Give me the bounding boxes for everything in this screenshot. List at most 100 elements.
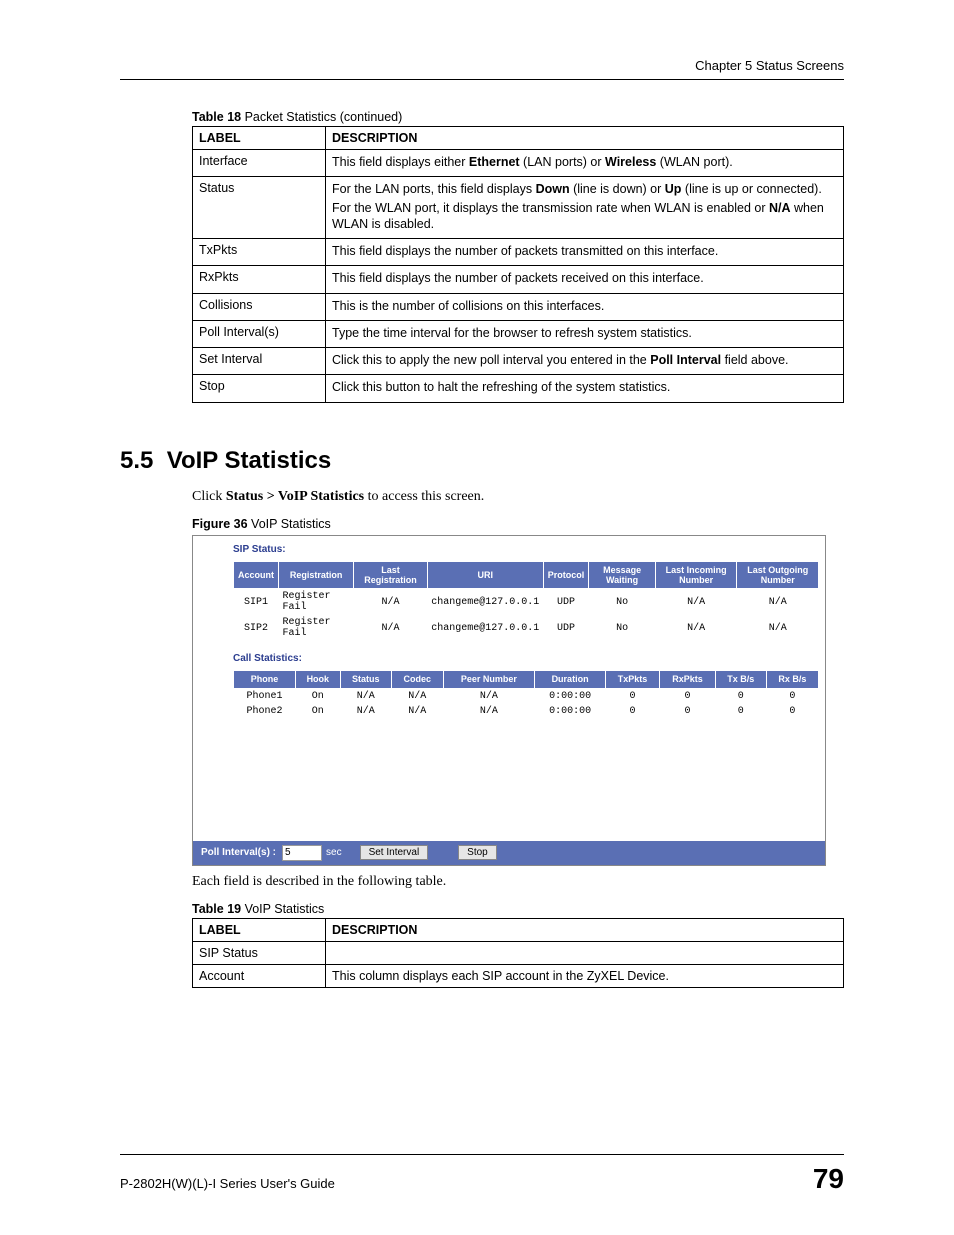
intro-pre: Click [192, 489, 226, 504]
call-cell: 0:00:00 [535, 704, 606, 719]
figure36-caption: Figure 36 VoIP Statistics [192, 517, 844, 531]
sip-th: Registration [279, 561, 354, 589]
table19-caption-bold: Table 19 [192, 902, 241, 916]
table19-label-cell: SIP Status [193, 941, 326, 964]
table18-caption: Table 18 Packet Statistics (continued) [192, 110, 844, 124]
call-cell: N/A [443, 704, 535, 719]
sip-cell: No [589, 589, 656, 616]
table18-desc-cell: Click this to apply the new poll interva… [326, 348, 844, 375]
sip-cell: Register Fail [279, 589, 354, 616]
table18-caption-rest: Packet Statistics (continued) [241, 110, 402, 124]
sip-cell: changeme@127.0.0.1 [427, 589, 543, 616]
table18-desc-cell: This field displays either Ethernet (LAN… [326, 150, 844, 177]
call-cell: 0 [605, 704, 659, 719]
table18-label-cell: Stop [193, 375, 326, 402]
poll-interval-input[interactable] [282, 845, 322, 861]
table-row: TxPktsThis field displays the number of … [193, 239, 844, 266]
call-statistics-title: Call Statistics: [233, 653, 819, 664]
sip-cell: UDP [543, 589, 589, 616]
figure36-caption-bold: Figure 36 [192, 517, 248, 531]
sip-cell: N/A [655, 615, 737, 641]
sip-status-title: SIP Status: [233, 544, 819, 555]
table19-th-desc: DESCRIPTION [326, 918, 844, 941]
sip-cell: UDP [543, 615, 589, 641]
call-table: PhoneHookStatusCodecPeer NumberDurationT… [233, 670, 819, 718]
call-cell: 0 [605, 688, 659, 704]
call-cell: On [296, 688, 340, 704]
call-cell: 0 [766, 688, 818, 704]
call-cell: Phone2 [234, 704, 296, 719]
table-row: Phone1OnN/AN/AN/A0:00:000000 [234, 688, 819, 704]
table-row: StatusFor the LAN ports, this field disp… [193, 177, 844, 239]
call-th: Phone [234, 671, 296, 688]
chapter-header: Chapter 5 Status Screens [120, 58, 844, 73]
sip-cell: changeme@127.0.0.1 [427, 615, 543, 641]
intro-paragraph: Click Status > VoIP Statistics to access… [192, 489, 844, 505]
table18-desc-cell: This field displays the number of packet… [326, 239, 844, 266]
table18: LABEL DESCRIPTION InterfaceThis field di… [192, 126, 844, 403]
call-th: Codec [392, 671, 444, 688]
call-cell: On [296, 704, 340, 719]
header-rule [120, 79, 844, 80]
call-th: Tx B/s [715, 671, 766, 688]
table-row: RxPktsThis field displays the number of … [193, 266, 844, 293]
call-th: Hook [296, 671, 340, 688]
sip-th: Last Incoming Number [655, 561, 737, 589]
call-cell: N/A [392, 704, 444, 719]
table-row: InterfaceThis field displays either Ethe… [193, 150, 844, 177]
call-th: TxPkts [605, 671, 659, 688]
table19-desc-cell [326, 941, 844, 964]
table19-th-label: LABEL [193, 918, 326, 941]
call-cell: N/A [443, 688, 535, 704]
poll-label: Poll Interval(s) : [201, 847, 276, 858]
figure36-caption-rest: VoIP Statistics [248, 517, 331, 531]
after-figure-text: Each field is described in the following… [192, 874, 844, 890]
sip-th: Last Registration [354, 561, 427, 589]
table-row: AccountThis column displays each SIP acc… [193, 964, 844, 987]
table18-desc-cell: Click this button to halt the refreshing… [326, 375, 844, 402]
sip-th: Account [234, 561, 279, 589]
poll-sec-label: sec [326, 847, 342, 858]
table18-desc-cell: This is the number of collisions on this… [326, 293, 844, 320]
table18-label-cell: RxPkts [193, 266, 326, 293]
sip-cell: Register Fail [279, 615, 354, 641]
voip-figure: SIP Status: AccountRegistrationLast Regi… [192, 535, 826, 866]
call-th: RxPkts [660, 671, 716, 688]
call-cell: 0 [715, 704, 766, 719]
section-number: 5.5 [120, 447, 153, 474]
sip-th: URI [427, 561, 543, 589]
table18-desc-cell: For the LAN ports, this field displays D… [326, 177, 844, 239]
table19: LABEL DESCRIPTION SIP StatusAccountThis … [192, 918, 844, 988]
call-cell: 0:00:00 [535, 688, 606, 704]
call-cell: N/A [340, 704, 392, 719]
table19-desc-cell: This column displays each SIP account in… [326, 964, 844, 987]
table18-label-cell: Collisions [193, 293, 326, 320]
stop-button[interactable]: Stop [458, 845, 497, 860]
call-th: Duration [535, 671, 606, 688]
table18-label-cell: TxPkts [193, 239, 326, 266]
table-row: Set IntervalClick this to apply the new … [193, 348, 844, 375]
sip-cell: N/A [737, 589, 819, 616]
footer-guide-name: P-2802H(W)(L)-I Series User's Guide [120, 1176, 335, 1191]
section-title: VoIP Statistics [167, 447, 332, 474]
table-row: SIP2Register FailN/Achangeme@127.0.0.1UD… [234, 615, 819, 641]
sip-th: Last Outgoing Number [737, 561, 819, 589]
call-cell: 0 [715, 688, 766, 704]
table18-th-desc: DESCRIPTION [326, 127, 844, 150]
sip-cell: SIP1 [234, 589, 279, 616]
sip-table: AccountRegistrationLast RegistrationURIP… [233, 561, 819, 642]
table18-label-cell: Poll Interval(s) [193, 320, 326, 347]
table-row: SIP Status [193, 941, 844, 964]
call-cell: N/A [340, 688, 392, 704]
table18-label-cell: Set Interval [193, 348, 326, 375]
table19-caption-rest: VoIP Statistics [241, 902, 324, 916]
poll-bar: Poll Interval(s) : sec Set Interval Stop [193, 841, 825, 865]
table18-desc-cell: This field displays the number of packet… [326, 266, 844, 293]
page-footer: P-2802H(W)(L)-I Series User's Guide 79 [120, 1154, 844, 1195]
call-th: Status [340, 671, 392, 688]
set-interval-button[interactable]: Set Interval [360, 845, 429, 860]
table-row: SIP1Register Fail N/A changeme@127.0.0.1UD… [234, 589, 819, 616]
table18-caption-bold: Table 18 [192, 110, 241, 124]
footer-rule [120, 1154, 844, 1155]
call-cell: Phone1 [234, 688, 296, 704]
